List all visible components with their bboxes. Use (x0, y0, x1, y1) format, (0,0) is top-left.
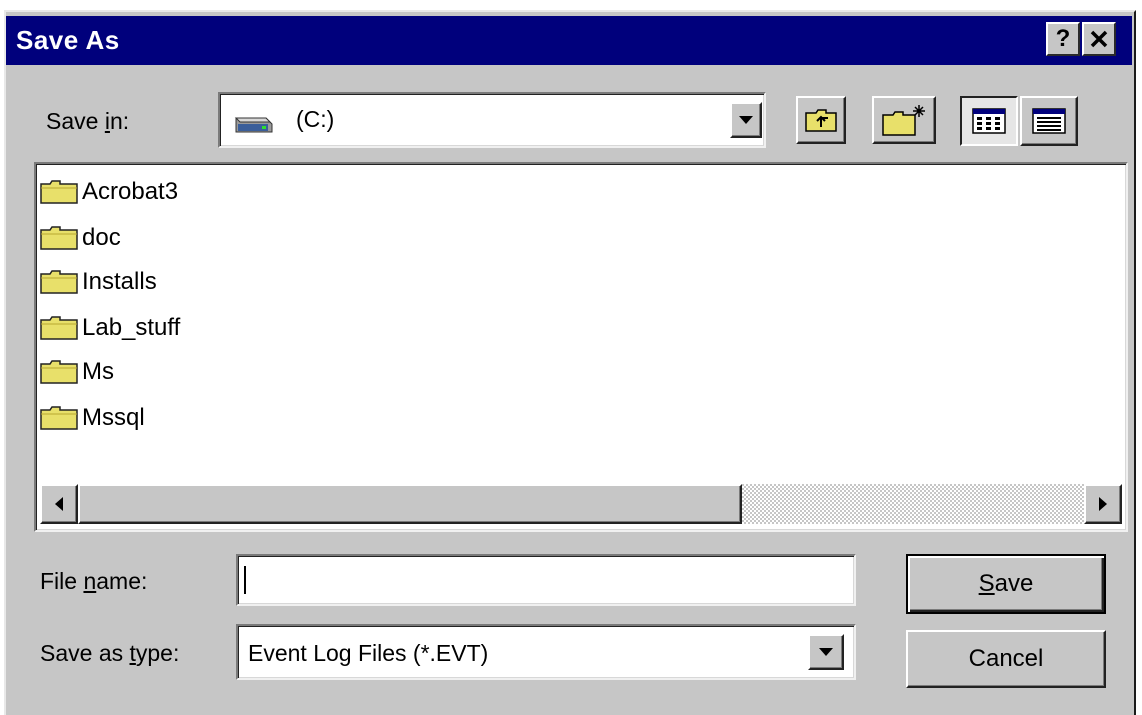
scroll-right-button[interactable] (1084, 484, 1122, 524)
folder-icon (40, 360, 78, 384)
list-item[interactable]: Installs (40, 262, 157, 302)
close-button[interactable] (1082, 22, 1116, 56)
folder-icon (40, 180, 78, 204)
scroll-left-button[interactable] (40, 484, 78, 524)
scroll-thumb[interactable] (78, 484, 742, 524)
chevron-down-icon (819, 648, 833, 656)
file-name-text: Acrobat3 (82, 178, 179, 205)
list-view-icon (972, 108, 1006, 134)
save-in-combo[interactable]: (C:) (218, 92, 766, 148)
dialog-title: Save As (16, 25, 120, 55)
save-as-type-value: Event Log Files (*.EVT) (248, 640, 489, 666)
help-icon: ? (1055, 25, 1071, 52)
create-new-folder-button[interactable] (872, 96, 936, 144)
list-item[interactable]: Mssql (40, 398, 145, 438)
chevron-down-icon (739, 116, 753, 124)
list-item[interactable]: doc (40, 218, 121, 258)
folder-icon (40, 226, 78, 250)
close-icon (1090, 30, 1108, 48)
list-view-button[interactable] (960, 96, 1018, 146)
list-item[interactable]: Acrobat3 (40, 172, 178, 212)
up-folder-icon (805, 109, 837, 132)
file-name-text: Lab_stuff (82, 314, 181, 341)
file-name-text: doc (82, 224, 121, 251)
list-item[interactable]: Ms (40, 352, 114, 392)
save-as-type-label: Save as type: (40, 640, 180, 666)
title-bar[interactable]: Save As ? (6, 16, 1132, 65)
details-view-icon (1032, 108, 1066, 134)
arrow-right-icon (1099, 497, 1107, 511)
folder-icon (40, 406, 78, 430)
save-in-label: Save in: (46, 108, 130, 134)
save-as-type-combo[interactable]: Event Log Files (*.EVT) (236, 624, 856, 680)
cancel-button[interactable]: Cancel (906, 630, 1106, 688)
save-button[interactable]: Save (906, 554, 1106, 614)
folder-icon (40, 270, 78, 294)
cancel-button-label: Cancel (968, 645, 1044, 672)
save-in-value: (C:) (296, 106, 335, 132)
file-name-text: Ms (82, 358, 114, 385)
up-one-level-button[interactable] (796, 96, 846, 144)
list-item[interactable]: Lab_stuff (40, 308, 180, 348)
new-folder-icon (882, 105, 925, 136)
text-cursor (244, 566, 246, 594)
details-view-button[interactable] (1020, 96, 1078, 146)
help-button[interactable]: ? (1046, 22, 1080, 56)
save-button-label: Save (978, 570, 1034, 597)
file-name-input[interactable] (236, 554, 856, 606)
file-list[interactable] (34, 162, 1128, 532)
file-name-text: Mssql (82, 404, 145, 431)
arrow-left-icon (55, 497, 63, 511)
save-in-dropdown-button[interactable] (730, 102, 762, 138)
save-as-type-dropdown-button[interactable] (808, 634, 844, 670)
folder-icon (40, 316, 78, 340)
file-name-label: File name: (40, 568, 148, 594)
hard-drive-icon (234, 117, 273, 133)
file-name-text: Installs (82, 268, 157, 295)
